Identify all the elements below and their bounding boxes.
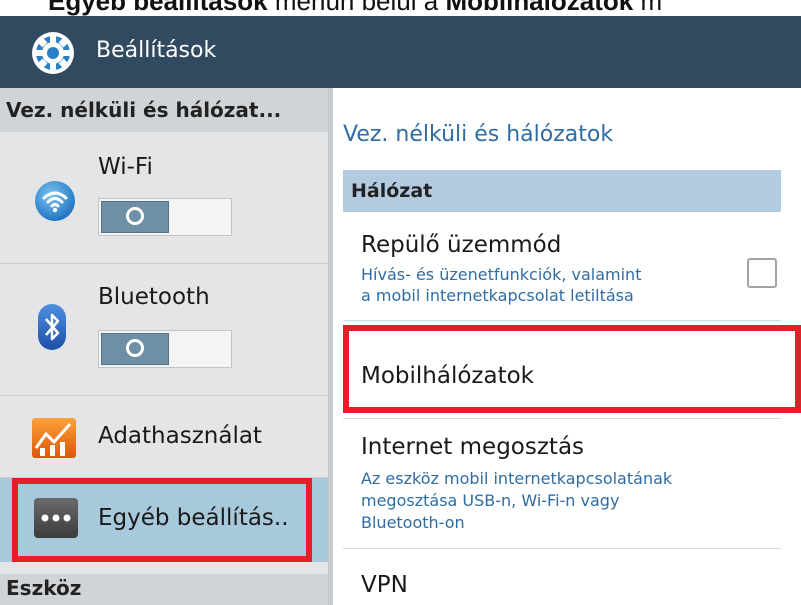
sidebar-item-data-usage[interactable]: Adathasználat bbox=[0, 396, 328, 478]
app-title: Beállítások bbox=[96, 38, 217, 63]
airplane-mode-subtitle-line1: Hívás- és üzenetfunkciók, valamint bbox=[361, 265, 642, 284]
tethering-subtitle-line2: megosztása USB-n, Wi-Fi-n vagy bbox=[361, 491, 620, 510]
airplane-mode-subtitle-line2: a mobil internetkapcsolat letiltása bbox=[361, 286, 634, 305]
tethering-subtitle-line3: Bluetooth-on bbox=[361, 513, 465, 532]
data-usage-label: Adathasználat bbox=[98, 423, 262, 449]
bluetooth-icon bbox=[38, 304, 66, 350]
airplane-mode-title: Repülő üzemmód bbox=[361, 232, 562, 258]
bluetooth-toggle[interactable] bbox=[98, 330, 232, 368]
settings-category-pane: Vez. nélküli és hálózat... Wi-Fi Bluetoo… bbox=[0, 88, 330, 605]
settings-gear-icon[interactable] bbox=[30, 30, 76, 76]
highlight-box-more-settings bbox=[12, 478, 312, 562]
wifi-toggle-knob bbox=[101, 201, 169, 233]
data-usage-icon bbox=[32, 418, 76, 458]
detail-title: Vez. nélküli és hálózatok bbox=[343, 122, 614, 147]
device-section-header: Eszköz bbox=[0, 574, 328, 605]
left-section-header: Vez. nélküli és hálózat... bbox=[0, 88, 328, 132]
sidebar-item-wifi[interactable]: Wi-Fi bbox=[0, 132, 328, 264]
divider bbox=[343, 320, 781, 321]
caption-strip: Egyéb beállítások menün belül a Mobilhál… bbox=[0, 0, 801, 16]
device-section-header-label: Eszköz bbox=[6, 576, 82, 600]
tethering-title: Internet megosztás bbox=[361, 434, 585, 460]
bluetooth-label: Bluetooth bbox=[98, 284, 210, 310]
wifi-toggle[interactable] bbox=[98, 198, 232, 236]
bluetooth-toggle-knob bbox=[101, 333, 169, 365]
highlight-box-mobile-networks bbox=[343, 325, 801, 413]
vpn-title: VPN bbox=[361, 572, 408, 598]
network-section-header: Hálózat bbox=[343, 170, 781, 212]
left-section-header-label: Vez. nélküli és hálózat... bbox=[6, 98, 282, 122]
wifi-label: Wi-Fi bbox=[98, 154, 153, 180]
network-section-header-label: Hálózat bbox=[351, 180, 433, 202]
airplane-mode-checkbox[interactable] bbox=[747, 258, 777, 288]
caption-text: Egyéb beállítások menün belül a Mobilhál… bbox=[48, 0, 663, 16]
divider bbox=[343, 548, 781, 549]
action-bar: Beállítások bbox=[0, 16, 801, 88]
wifi-icon bbox=[35, 181, 75, 221]
divider bbox=[343, 418, 781, 419]
settings-detail-pane: Vez. nélküli és hálózatok Hálózat Repülő… bbox=[333, 88, 801, 605]
sidebar-item-bluetooth[interactable]: Bluetooth bbox=[0, 264, 328, 396]
tethering-subtitle-line1: Az eszköz mobil internetkapcsolatának bbox=[361, 469, 673, 488]
